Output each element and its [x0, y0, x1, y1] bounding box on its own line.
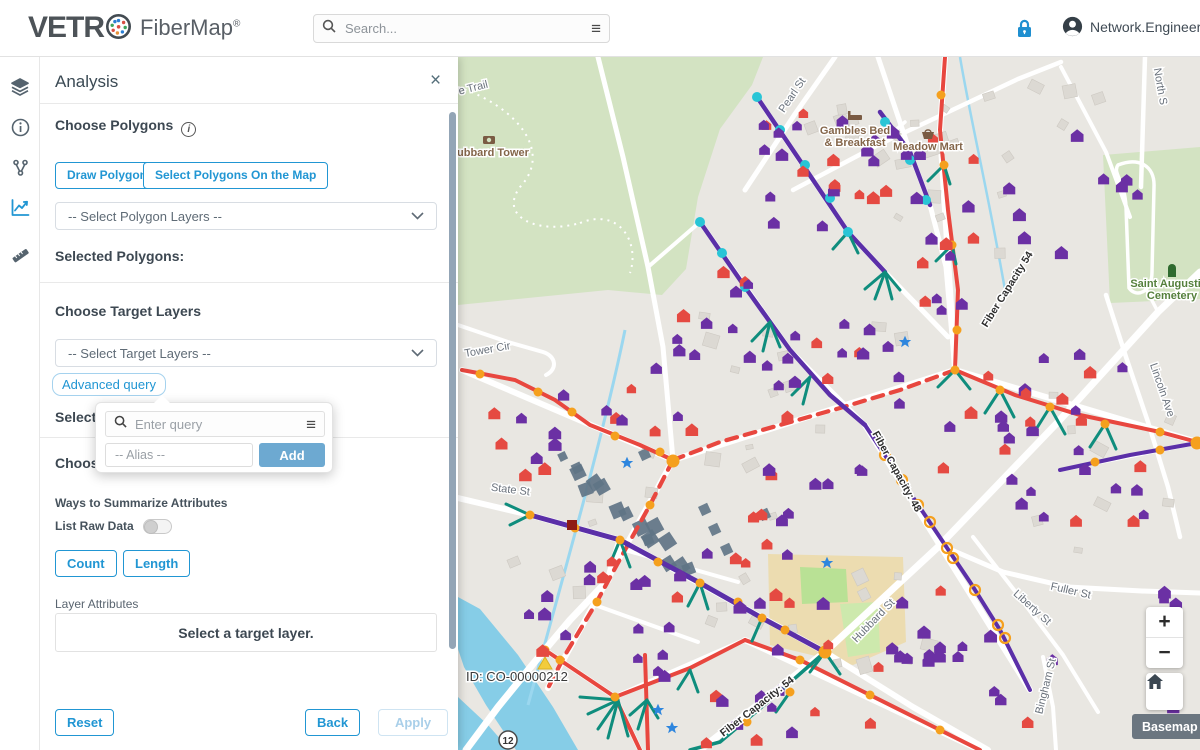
query-input-row: ≡: [105, 411, 325, 437]
info-icon[interactable]: i: [181, 122, 196, 137]
advanced-query-button[interactable]: Advanced query: [52, 373, 166, 396]
home-icon: [1146, 673, 1164, 690]
target-layers-select[interactable]: -- Select Target Layers --: [55, 339, 437, 367]
feature-id-label: ID: CO-00000212: [466, 669, 568, 684]
product-name: FiberMap®: [140, 15, 240, 41]
svg-text:Meadow Mart: Meadow Mart: [893, 141, 963, 153]
panel-scrollbar[interactable]: [449, 112, 456, 649]
registered-mark: ®: [233, 19, 240, 30]
add-button[interactable]: Add: [259, 443, 325, 467]
info-tool-icon[interactable]: [0, 107, 40, 147]
alias-input[interactable]: [105, 443, 253, 467]
user-menu[interactable]: Network.Engineer: [1062, 16, 1200, 37]
advanced-query-popup: ≡ Add: [95, 402, 333, 473]
search-menu-icon[interactable]: ≡: [591, 20, 601, 37]
fiber-ring-icon: [105, 13, 132, 45]
username: Network.Engineer: [1090, 19, 1200, 35]
close-icon[interactable]: ×: [430, 70, 441, 92]
search-icon: [114, 415, 127, 433]
layer-attributes-label: Layer Attributes: [55, 597, 138, 611]
length-button[interactable]: Length: [123, 550, 190, 577]
user-avatar-icon: [1062, 16, 1083, 37]
analysis-panel: Analysis × Choose Polygonsi Draw Polygon…: [40, 57, 458, 750]
layer-attributes-box: Select a target layer.: [55, 613, 437, 652]
svg-text:Saint Augustine: Saint Augustine: [1130, 278, 1200, 290]
zoom-in-button[interactable]: +: [1146, 607, 1183, 637]
tool-rail: [0, 57, 40, 750]
lock-icon[interactable]: [1016, 19, 1033, 43]
list-raw-data-label: List Raw Data: [55, 519, 134, 533]
svg-text:Gambles Bed: Gambles Bed: [820, 125, 890, 137]
polygon-layers-select[interactable]: -- Select Polygon Layers --: [55, 202, 437, 230]
svg-text:Cemetery: Cemetery: [1147, 290, 1198, 302]
select-polygons-button[interactable]: Select Polygons On the Map: [143, 162, 328, 189]
back-button[interactable]: Back: [305, 709, 360, 736]
svg-text:Hubbard Tower: Hubbard Tower: [458, 147, 530, 159]
layers-tool-icon[interactable]: [0, 67, 40, 107]
query-menu-icon[interactable]: ≡: [306, 416, 316, 433]
app-header: VETR FiberMap® ≡ Network.Engineer: [0, 0, 1200, 57]
global-search[interactable]: ≡: [313, 14, 610, 43]
map-zoom-controls: + −: [1146, 607, 1183, 668]
chevron-down-icon: [411, 349, 424, 357]
reset-button[interactable]: Reset: [55, 709, 114, 736]
selected-polygons-label: Selected Polygons:: [55, 248, 184, 264]
count-button[interactable]: Count: [55, 550, 117, 577]
panel-title: Analysis: [55, 72, 118, 92]
choose-polygons-label: Choose Polygonsi: [55, 117, 196, 137]
analysis-tool-icon[interactable]: [0, 187, 40, 227]
search-icon: [322, 19, 336, 38]
measure-tool-icon[interactable]: [0, 235, 40, 275]
vetro-logo: VETR FiberMap®: [28, 11, 240, 45]
search-input[interactable]: [343, 20, 591, 37]
apply-button[interactable]: Apply: [378, 709, 448, 736]
brand-text: VETR: [28, 11, 104, 45]
list-raw-data-toggle[interactable]: [143, 519, 172, 534]
chevron-down-icon: [411, 212, 424, 220]
choose-target-layers-label: Choose Target Layers: [55, 303, 201, 319]
splice-tool-icon[interactable]: [0, 147, 40, 187]
basemap-button[interactable]: Basemap ▴: [1132, 714, 1200, 739]
svg-text:& Breakfast: & Breakfast: [824, 137, 885, 149]
query-input[interactable]: [133, 416, 306, 433]
map-canvas[interactable]: e TrailPearl StNorth STower CirState StH…: [458, 57, 1200, 750]
home-button[interactable]: [1146, 673, 1183, 710]
ways-to-summarize-label: Ways to Summarize Attributes: [55, 496, 227, 510]
zoom-out-button[interactable]: −: [1146, 638, 1183, 668]
road-shield: 12: [502, 736, 514, 747]
layer-attributes-empty-text: Select a target layer.: [178, 625, 313, 641]
